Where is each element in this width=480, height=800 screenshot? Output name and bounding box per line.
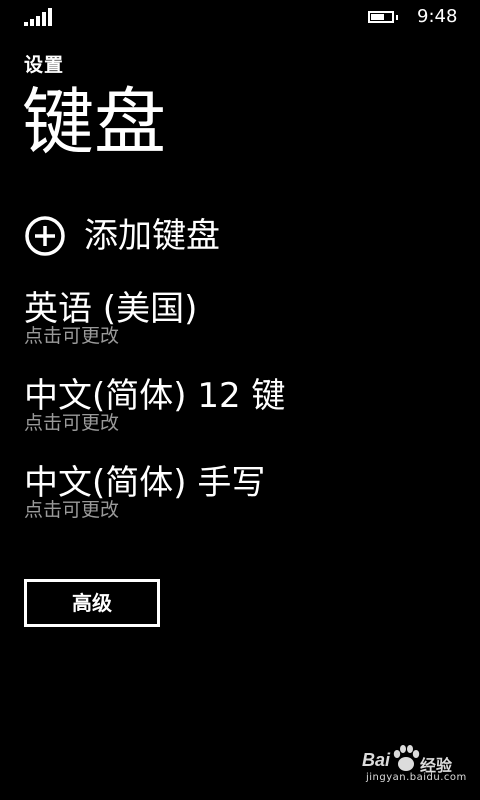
keyboard-item-chinese-handwriting[interactable]: 中文(简体) 手写 点击可更改 — [24, 463, 265, 521]
add-keyboard-button[interactable]: 添加键盘 — [24, 212, 220, 260]
paw-icon — [393, 745, 420, 771]
app-title: 设置 — [24, 54, 65, 76]
add-keyboard-label: 添加键盘 — [84, 216, 220, 256]
keyboard-item-chinese-12key[interactable]: 中文(简体) 12 键 点击可更改 — [24, 376, 285, 434]
plus-circle-icon — [25, 216, 65, 256]
page-title: 键盘 — [22, 80, 167, 164]
status-bar: 9:48 — [0, 0, 480, 34]
keyboard-name: 中文(简体) 12 键 — [24, 376, 286, 416]
keyboard-item-english[interactable]: 英语 (美国) 点击可更改 — [24, 289, 197, 347]
status-time: 9:48 — [417, 6, 458, 27]
battery-icon — [368, 11, 394, 23]
signal-strength-icon — [24, 8, 54, 26]
baidu-jingyan-watermark: Bai 经验 jingyan.baidu.com — [362, 744, 472, 792]
advanced-button[interactable]: 高级 — [24, 579, 160, 627]
keyboard-name: 英语 (美国) — [24, 289, 198, 329]
watermark-brand-left: Bai — [362, 750, 391, 770]
watermark-url: jingyan.baidu.com — [366, 772, 467, 783]
battery-tip — [396, 15, 398, 20]
keyboard-name: 中文(简体) 手写 — [24, 463, 266, 503]
